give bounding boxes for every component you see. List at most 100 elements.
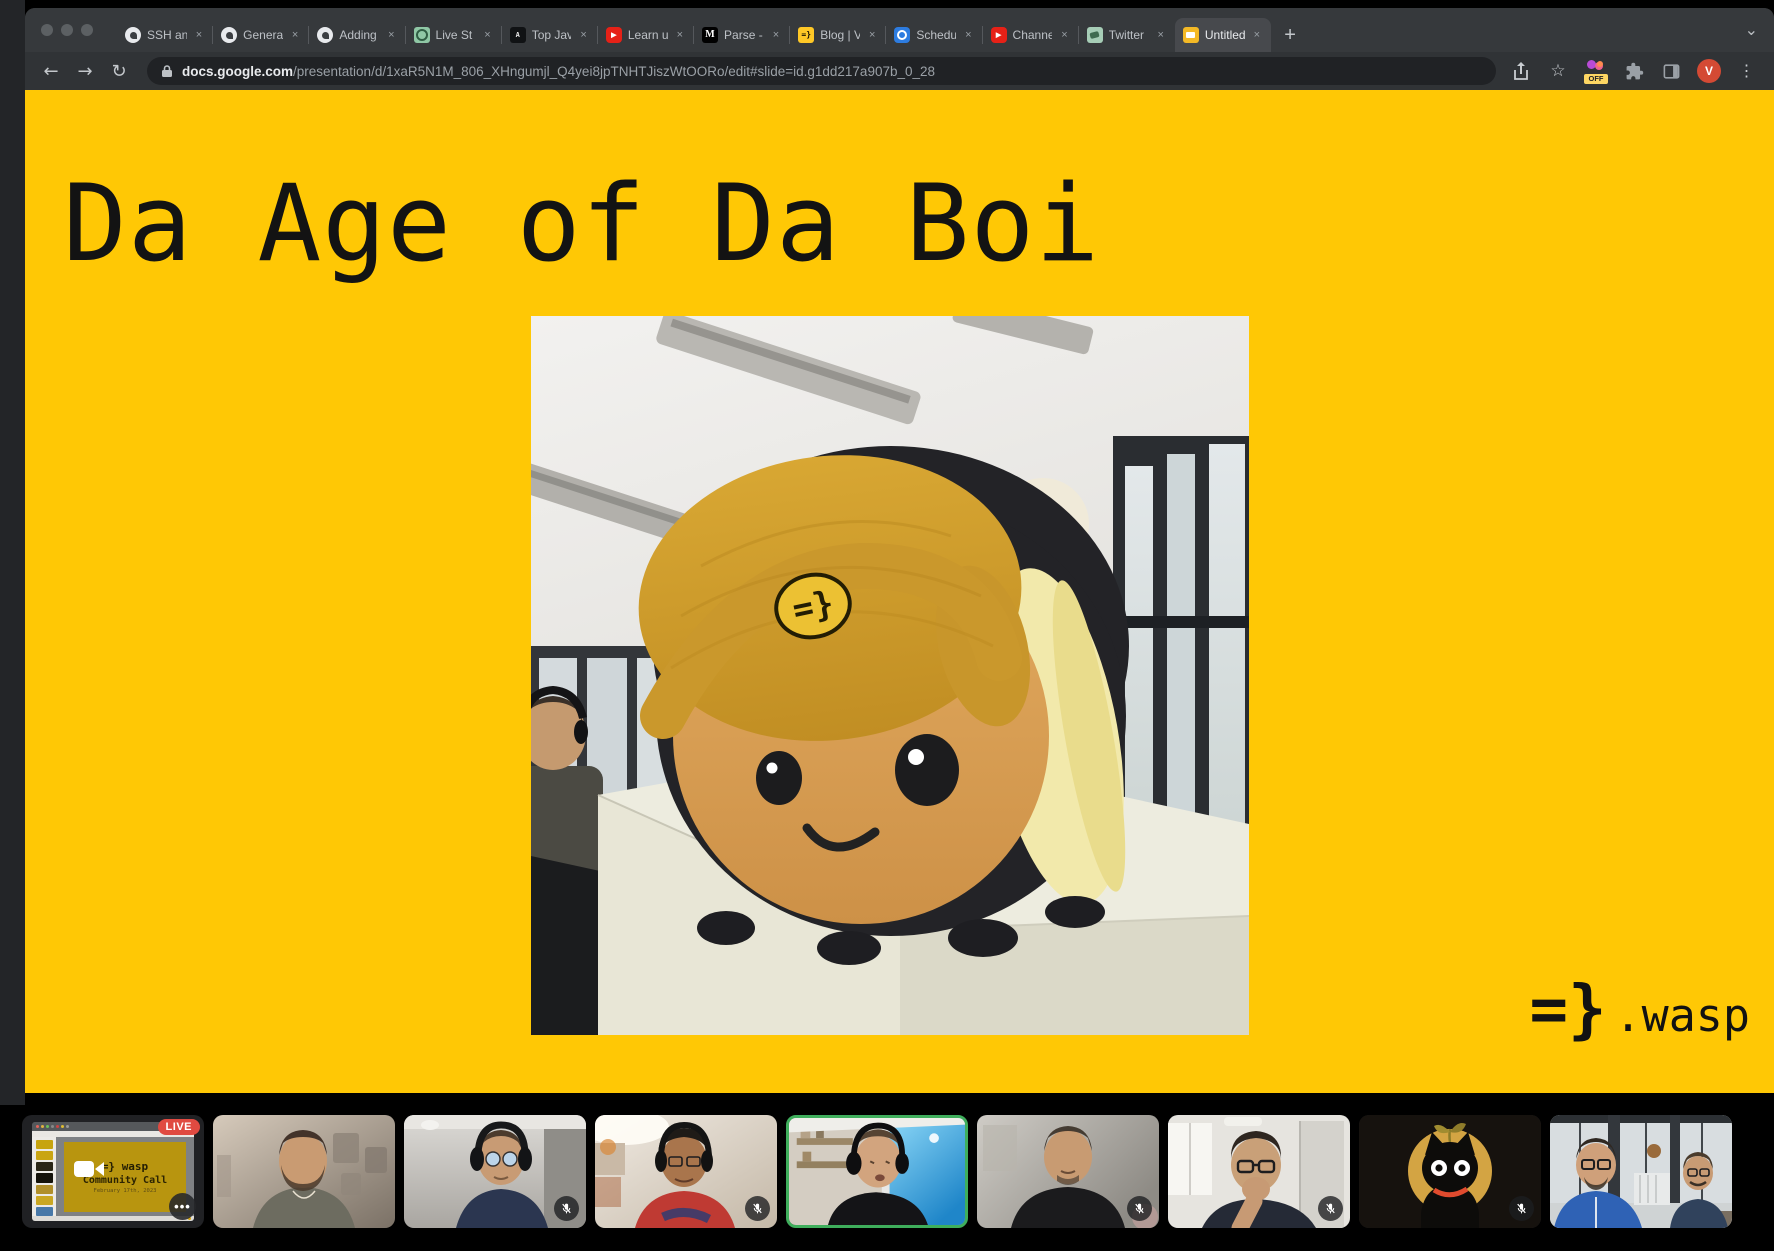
slide-title: Da Age of Da Boi	[63, 162, 1100, 285]
lock-icon	[161, 64, 173, 78]
tab-parse[interactable]: M Parse - ×	[694, 18, 790, 52]
forward-button[interactable]: →	[71, 61, 99, 82]
slides-favicon-icon	[1183, 27, 1199, 43]
youtube-favicon-icon: ▶	[991, 27, 1007, 43]
tab-label: Genera	[243, 28, 283, 42]
greenavatar-favicon-icon	[1087, 27, 1103, 43]
traffic-lights	[41, 24, 93, 36]
tab-label: Channe	[1013, 28, 1053, 42]
participant-tile-active-speaker[interactable]	[786, 1115, 968, 1228]
mic-muted-icon	[1127, 1196, 1152, 1221]
tab-close-icon[interactable]: ×	[289, 28, 301, 42]
mic-muted-icon	[1509, 1196, 1534, 1221]
reload-button[interactable]: ↻	[105, 61, 133, 82]
profile-avatar[interactable]: V	[1697, 59, 1721, 83]
url-domain: docs.google.com	[182, 64, 293, 79]
participant-tile[interactable]	[213, 1115, 395, 1228]
tab-label: Blog | V	[820, 28, 860, 42]
live-badge: LIVE	[158, 1119, 200, 1135]
tab-close-icon[interactable]: ×	[1058, 28, 1070, 42]
participant-video	[213, 1115, 395, 1228]
zoom-button[interactable]	[81, 24, 93, 36]
tab-ssh-an[interactable]: SSH an ×	[117, 18, 213, 52]
tab-strip: SSH an×Genera×Adding×Live St×ATop Jav×▶L…	[25, 8, 1774, 52]
tab-blog-v[interactable]: =} Blog | V ×	[790, 18, 886, 52]
wasp-favicon-icon: =}	[798, 27, 814, 43]
tab-adding[interactable]: Adding ×	[309, 18, 405, 52]
bookmark-star-icon[interactable]: ☆	[1547, 60, 1569, 82]
slide: Da Age of Da Boi	[25, 90, 1774, 1093]
participant-tile[interactable]	[404, 1115, 586, 1228]
tab-learn-u[interactable]: ▶ Learn u ×	[598, 18, 694, 52]
mini-slide-panel	[32, 1137, 56, 1216]
medium-favicon-icon: M	[702, 27, 718, 43]
new-tab-button[interactable]: +	[1275, 18, 1305, 52]
side-panel-icon[interactable]	[1660, 60, 1682, 82]
github-favicon-icon	[317, 27, 333, 43]
screenshare-tile[interactable]: =} wasp Community Call February 17th, 20…	[22, 1115, 204, 1228]
bee-plushie-photo: =}	[531, 316, 1249, 1035]
tab-schedu[interactable]: Schedu×	[886, 18, 982, 52]
tab-label: Adding	[339, 28, 379, 42]
extension-off-icon[interactable]: OFF	[1584, 59, 1608, 83]
address-bar[interactable]: docs.google.com/presentation/d/1xaR5N1M_…	[147, 57, 1496, 85]
url-text: docs.google.com/presentation/d/1xaR5N1M_…	[182, 64, 935, 79]
anglea-favicon-icon: A	[510, 27, 526, 43]
tab-close-icon[interactable]: ×	[770, 28, 782, 42]
mini-slide-date: February 17th, 2023	[94, 1188, 157, 1194]
toolbar-icons: ☆ OFF V ⋮	[1510, 59, 1762, 83]
share-icon[interactable]	[1510, 60, 1532, 82]
tab-label: SSH an	[147, 28, 187, 42]
participant-video	[789, 1118, 965, 1225]
tab-close-icon[interactable]: ×	[1251, 28, 1263, 42]
tab-top-jav[interactable]: ATop Jav×	[502, 18, 598, 52]
mic-muted-icon	[554, 1196, 579, 1221]
overflow-menu-icon[interactable]: ⋮	[1736, 60, 1758, 82]
tab-twitter[interactable]: Twitter×	[1079, 18, 1175, 52]
wasp-logo-glyph: =}	[1529, 978, 1606, 1042]
tab-close-icon[interactable]: ×	[674, 28, 686, 42]
tab-label: Live St	[436, 28, 476, 42]
mic-muted-icon	[745, 1196, 770, 1221]
mini-slide-brand: wasp	[122, 1160, 149, 1173]
participant-tile[interactable]	[1168, 1115, 1350, 1228]
wasp-logo-suffix: .wasp	[1615, 983, 1750, 1038]
extension-figure	[1597, 61, 1603, 67]
tab-close-icon[interactable]: ×	[962, 28, 974, 42]
tab-strip-tabs: SSH an×Genera×Adding×Live St×ATop Jav×▶L…	[117, 18, 1271, 52]
tab-genera[interactable]: Genera ×	[213, 18, 309, 52]
tab-close-icon[interactable]: ×	[481, 28, 493, 42]
back-button[interactable]: ←	[37, 61, 65, 82]
tab-close-icon[interactable]: ×	[1154, 28, 1166, 42]
tab-label: Learn u	[628, 28, 668, 42]
mini-statusbar	[32, 1216, 194, 1221]
participant-tile[interactable]	[595, 1115, 777, 1228]
tile-more-button[interactable]: •••	[169, 1193, 196, 1220]
close-button[interactable]	[41, 24, 53, 36]
tab-channe[interactable]: ▶ Channe ×	[983, 18, 1079, 52]
tab-search-chevron-icon[interactable]: ⌄	[1745, 20, 1758, 39]
tab-live-st[interactable]: Live St ×	[406, 18, 502, 52]
tab-untitled[interactable]: Untitled×	[1175, 18, 1271, 52]
extensions-puzzle-icon[interactable]	[1623, 60, 1645, 82]
camera-overlay-icon	[74, 1159, 104, 1184]
participant-video	[1550, 1115, 1732, 1228]
tab-close-icon[interactable]: ×	[866, 28, 878, 42]
tab-close-icon[interactable]: ×	[385, 28, 397, 42]
participant-tile-avatar[interactable]	[1359, 1115, 1541, 1228]
participant-tiles: =} wasp Community Call February 17th, 20…	[22, 1115, 1732, 1228]
greensite-favicon-icon	[414, 27, 430, 43]
desktop-edge-strip	[0, 0, 25, 1105]
browser-window: SSH an×Genera×Adding×Live St×ATop Jav×▶L…	[25, 8, 1774, 1105]
minimize-button[interactable]	[61, 24, 73, 36]
presentation-area: Da Age of Da Boi	[25, 90, 1774, 1105]
blueo-favicon-icon	[894, 27, 910, 43]
tab-close-icon[interactable]: ×	[577, 28, 589, 42]
participant-tile-pair[interactable]	[1550, 1115, 1732, 1228]
tab-label: Parse -	[724, 28, 764, 42]
youtube-favicon-icon: ▶	[606, 27, 622, 43]
participant-tile[interactable]	[977, 1115, 1159, 1228]
video-call-strip: =} wasp Community Call February 17th, 20…	[0, 1105, 1774, 1251]
tab-close-icon[interactable]: ×	[193, 28, 205, 42]
screen: { "window": { "traffic_lights": ["close-…	[0, 0, 1774, 1251]
